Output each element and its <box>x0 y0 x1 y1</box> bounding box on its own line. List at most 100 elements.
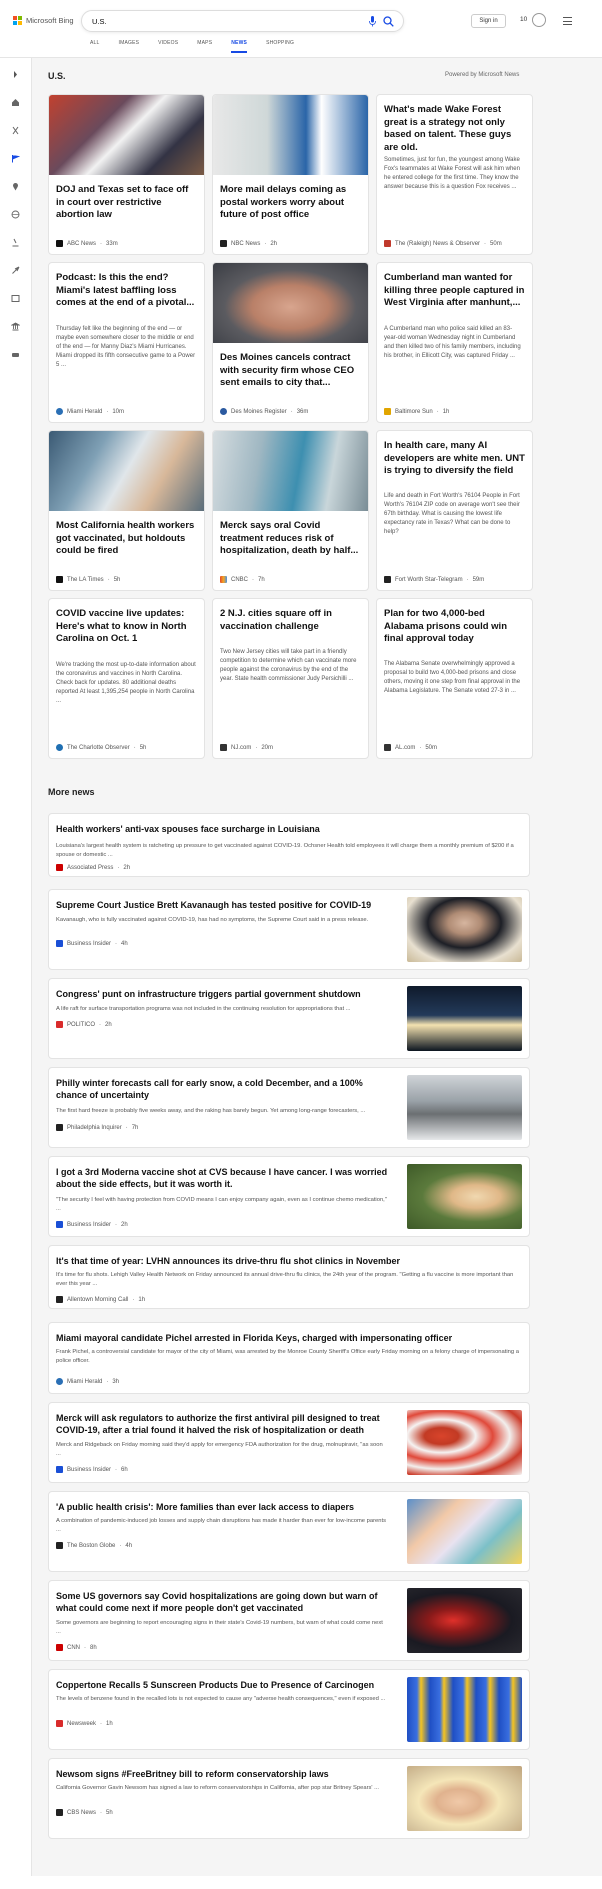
film-icon[interactable] <box>11 294 20 303</box>
bank-icon[interactable] <box>11 322 20 331</box>
card-title[interactable]: Podcast: Is this the end? Miami's latest… <box>56 272 197 310</box>
card-title[interactable]: Merck says oral Covid treatment reduces … <box>220 520 361 558</box>
item-snippet: Louisiana's largest health system is rat… <box>56 843 514 858</box>
card-title[interactable]: DOJ and Texas set to face off in court o… <box>56 184 197 222</box>
card-title[interactable]: Plan for two 4,000-bed Alabama prisons c… <box>384 608 525 646</box>
card-source: Baltimore Sun · 1h <box>384 408 449 415</box>
more-news-item[interactable]: Miami mayoral candidate Pichel arrested … <box>48 1322 530 1394</box>
source-logo-icon <box>56 940 63 947</box>
news-card[interactable]: DOJ and Texas set to face off in court o… <box>48 94 205 255</box>
more-news-item[interactable]: Health workers' anti-vax spouses face su… <box>48 813 530 877</box>
item-title[interactable]: Philly winter forecasts call for early s… <box>56 1077 389 1101</box>
more-news-item[interactable]: I got a 3rd Moderna vaccine shot at CVS … <box>48 1156 530 1237</box>
card-title[interactable]: More mail delays coming as postal worker… <box>220 184 361 222</box>
item-title[interactable]: Coppertone Recalls 5 Sunscreen Products … <box>56 1679 389 1691</box>
microscope-icon[interactable] <box>11 238 20 247</box>
chevron-right-icon[interactable] <box>11 70 20 79</box>
item-source: POLITICO · 2h <box>56 1021 112 1028</box>
source-time: 4h <box>125 1542 133 1549</box>
more-news-item[interactable]: Newsom signs #FreeBritney bill to reform… <box>48 1758 530 1839</box>
news-card[interactable]: Cumberland man wanted for killing three … <box>376 262 533 423</box>
home-icon[interactable] <box>11 98 20 107</box>
item-title[interactable]: Newsom signs #FreeBritney bill to reform… <box>56 1768 389 1780</box>
item-title[interactable]: I got a 3rd Moderna vaccine shot at CVS … <box>56 1166 389 1190</box>
tab-maps[interactable]: MAPS <box>197 40 212 53</box>
more-news-item[interactable]: It's that time of year: LVHN announces i… <box>48 1245 530 1309</box>
rewards-medal-icon[interactable] <box>532 13 546 27</box>
card-title[interactable]: 2 N.J. cities square off in vaccination … <box>220 608 361 633</box>
card-title[interactable]: Cumberland man wanted for killing three … <box>384 272 525 310</box>
item-title[interactable]: Health workers' anti-vax spouses face su… <box>56 823 522 835</box>
news-card[interactable]: Plan for two 4,000-bed Alabama prisons c… <box>376 598 533 759</box>
source-time: 50m <box>425 744 438 751</box>
item-snippet: Kavanaugh, who is fully vaccinated again… <box>56 917 369 923</box>
science-icon[interactable] <box>11 126 20 135</box>
source-logo-icon <box>220 576 227 583</box>
card-snippet: Life and death in Fort Worth's 76104 Peo… <box>384 493 520 535</box>
map-pin-icon[interactable] <box>11 182 20 191</box>
item-title[interactable]: Miami mayoral candidate Pichel arrested … <box>56 1332 522 1344</box>
news-card[interactable]: Podcast: Is this the end? Miami's latest… <box>48 262 205 423</box>
card-source: CNBC · 7h <box>220 576 265 583</box>
source-logo-icon <box>56 1021 63 1028</box>
item-title[interactable]: Congress' punt on infrastructure trigger… <box>56 988 389 1000</box>
header: Microsoft Bing Sign in 10 ALL IMAGES VID… <box>0 0 602 58</box>
search-icon[interactable] <box>383 16 394 27</box>
news-card[interactable]: In health care, many AI developers are w… <box>376 430 533 591</box>
news-card[interactable]: More mail delays coming as postal worker… <box>212 94 369 255</box>
more-news-item[interactable]: Coppertone Recalls 5 Sunscreen Products … <box>48 1669 530 1750</box>
news-card[interactable]: Merck says oral Covid treatment reduces … <box>212 430 369 591</box>
item-title[interactable]: Merck will ask regulators to authorize t… <box>56 1412 389 1436</box>
rocket-icon[interactable] <box>11 266 20 275</box>
source-logo-icon <box>220 408 227 415</box>
card-title[interactable]: COVID vaccine live updates: Here's what … <box>56 608 197 646</box>
tab-news[interactable]: NEWS <box>231 40 248 53</box>
globe-icon[interactable] <box>11 210 20 219</box>
microphone-icon[interactable] <box>369 16 376 27</box>
flag-icon[interactable] <box>11 154 20 163</box>
search-input[interactable] <box>92 15 342 28</box>
source-name: Newsweek <box>67 1720 97 1727</box>
menu-icon[interactable] <box>563 17 572 25</box>
item-title[interactable]: 'A public health crisis': More families … <box>56 1501 389 1513</box>
item-thumbnail <box>407 1677 522 1742</box>
more-news-item[interactable]: 'A public health crisis': More families … <box>48 1491 530 1572</box>
more-news-item[interactable]: Congress' punt on infrastructure trigger… <box>48 978 530 1059</box>
item-title[interactable]: It's that time of year: LVHN announces i… <box>56 1255 522 1267</box>
news-card[interactable]: 2 N.J. cities square off in vaccination … <box>212 598 369 759</box>
tab-shopping[interactable]: SHOPPING <box>266 40 294 53</box>
more-news-item[interactable]: Some US governors say Covid hospitalizat… <box>48 1580 530 1661</box>
source-logo-icon <box>384 576 391 583</box>
item-thumbnail <box>407 1410 522 1475</box>
source-name: CBS News <box>67 1809 97 1816</box>
sidebar <box>0 58 32 1889</box>
tab-videos[interactable]: VIDEOS <box>158 40 178 53</box>
more-news-item[interactable]: Supreme Court Justice Brett Kavanaugh ha… <box>48 889 530 970</box>
rewards-count[interactable]: 10 <box>520 16 527 23</box>
news-card[interactable]: Most California health workers got vacci… <box>48 430 205 591</box>
source-name: The LA Times <box>67 576 104 583</box>
card-source: Des Moines Register · 36m <box>220 408 308 415</box>
sign-in-button[interactable]: Sign in <box>471 14 506 28</box>
card-title[interactable]: Des Moines cancels contract with securit… <box>220 352 361 390</box>
news-card[interactable]: What's made Wake Forest great is a strat… <box>376 94 533 255</box>
source-time: 59m <box>472 576 485 583</box>
car-icon[interactable] <box>11 350 20 359</box>
news-card[interactable]: Des Moines cancels contract with securit… <box>212 262 369 423</box>
tab-all[interactable]: ALL <box>90 40 100 53</box>
card-snippet: Sometimes, just for fun, the youngest am… <box>384 157 520 190</box>
more-news-item[interactable]: Merck will ask regulators to authorize t… <box>48 1402 530 1483</box>
item-title[interactable]: Some US governors say Covid hospitalizat… <box>56 1590 389 1614</box>
source-time: 1h <box>138 1296 146 1303</box>
source-name: The Charlotte Observer <box>67 744 130 751</box>
news-card[interactable]: COVID vaccine live updates: Here's what … <box>48 598 205 759</box>
card-title[interactable]: Most California health workers got vacci… <box>56 520 197 558</box>
more-news-item[interactable]: Philly winter forecasts call for early s… <box>48 1067 530 1148</box>
card-title[interactable]: In health care, many AI developers are w… <box>384 440 525 478</box>
item-title[interactable]: Supreme Court Justice Brett Kavanaugh ha… <box>56 899 389 911</box>
item-source: Newsweek · 1h <box>56 1720 113 1727</box>
bing-logo[interactable]: Microsoft Bing <box>13 16 74 25</box>
card-title[interactable]: What's made Wake Forest great is a strat… <box>384 104 525 154</box>
source-logo-icon <box>56 1296 63 1303</box>
tab-images[interactable]: IMAGES <box>119 40 140 53</box>
